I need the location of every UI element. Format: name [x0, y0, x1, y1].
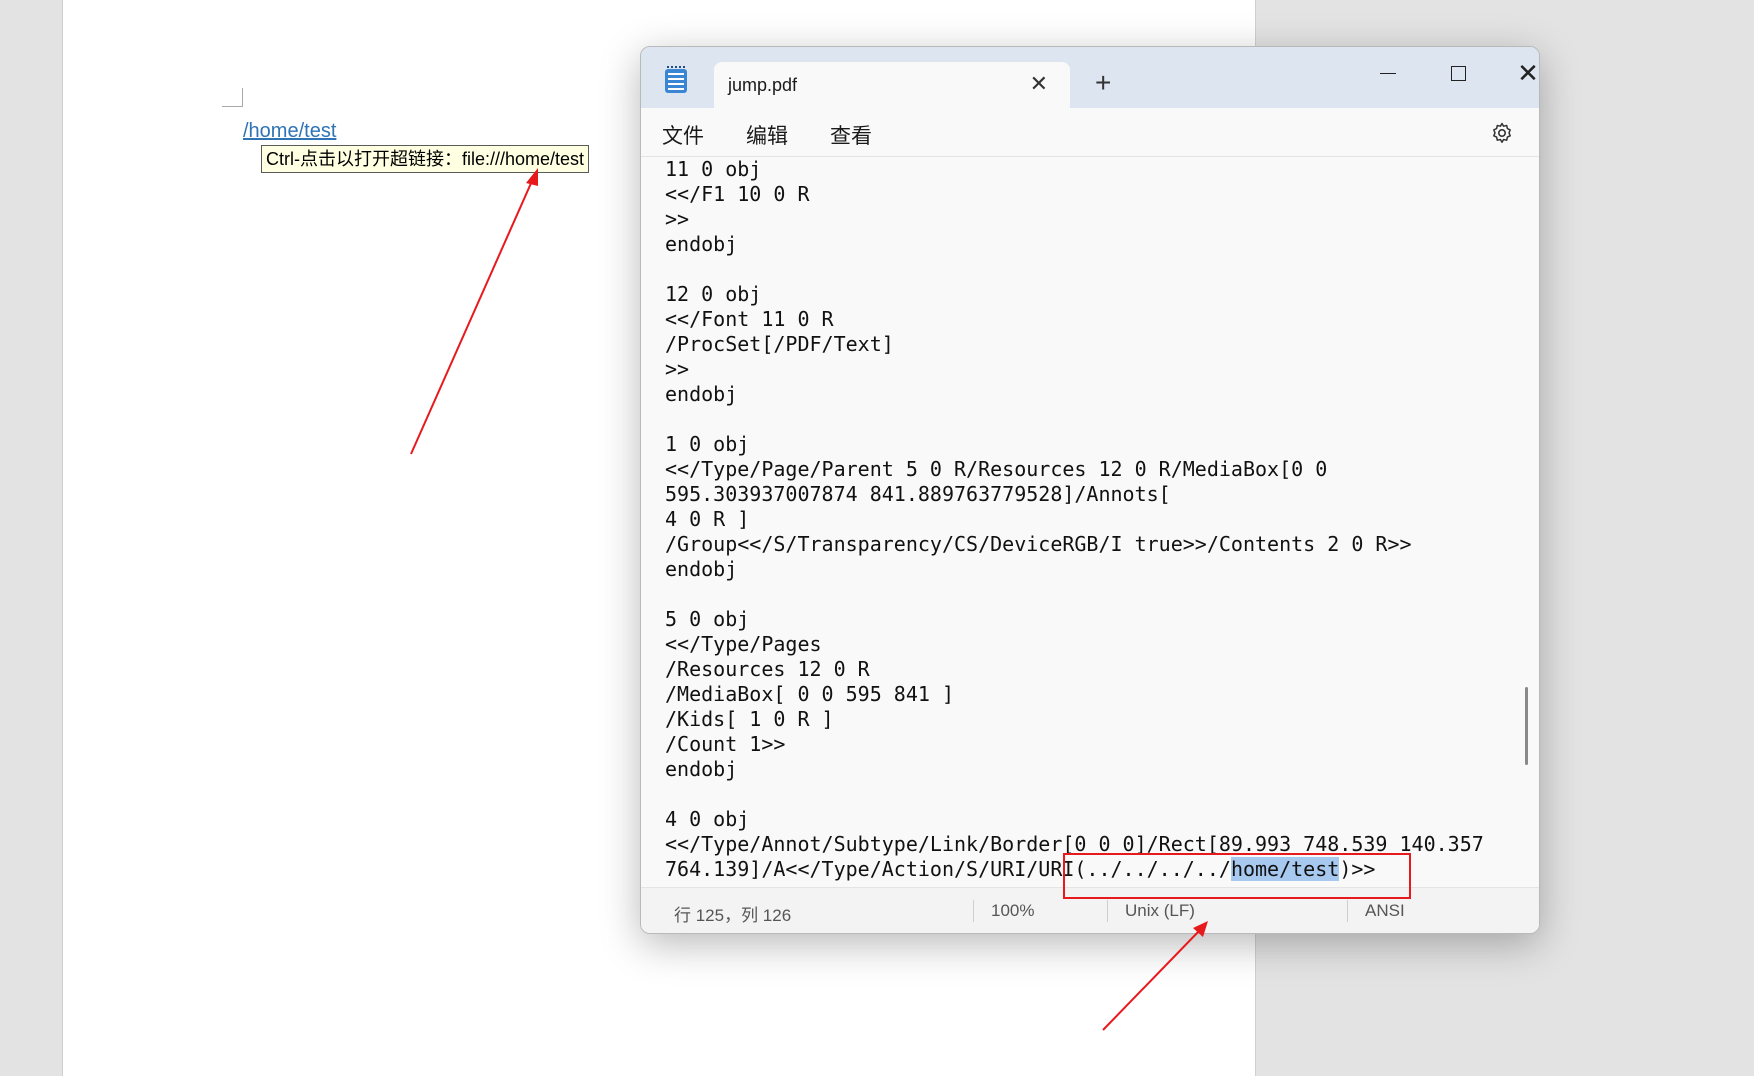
maximize-icon: [1450, 65, 1466, 81]
tab-close-icon[interactable]: ✕: [1030, 71, 1048, 97]
close-window-button[interactable]: ✕: [1503, 55, 1539, 91]
status-bar: 行 125，列 126 100% Unix (LF) ANSI: [641, 887, 1539, 933]
notepad-app-icon: [665, 66, 687, 93]
notepad-window: jump.pdf ✕ + ✕ 文件 编辑 查看 11 0 obj <</F1 1…: [640, 46, 1540, 934]
hyperlink-home-test[interactable]: /home/test: [243, 120, 336, 143]
status-divider: [1107, 900, 1108, 922]
editor-lines: 11 0 obj <</F1 10 0 R >> endobj 12 0 obj…: [665, 157, 1484, 856]
status-divider: [1347, 900, 1348, 922]
close-icon: ✕: [1517, 58, 1539, 88]
selected-text: home/test: [1230, 857, 1340, 881]
minimize-button[interactable]: [1363, 55, 1413, 91]
minimize-icon: [1380, 72, 1396, 74]
plus-icon[interactable]: +: [1095, 69, 1111, 97]
menu-file[interactable]: 文件: [662, 120, 704, 150]
last-line-prefix: 764.139]/A<</Type/Action/S/URI/URI(../..…: [665, 857, 1231, 881]
menu-view[interactable]: 查看: [830, 120, 872, 150]
menu-bar: 文件 编辑 查看: [641, 108, 1539, 157]
title-bar: jump.pdf ✕ + ✕: [641, 47, 1539, 109]
hyperlink-tooltip: Ctrl-点击以打开超链接：file:///home/test: [261, 145, 590, 173]
status-divider: [973, 900, 974, 922]
line-ending[interactable]: Unix (LF): [1125, 901, 1195, 921]
vertical-scrollbar[interactable]: [1525, 687, 1528, 765]
last-line-suffix: )>>: [1339, 857, 1376, 881]
tab-jump-pdf[interactable]: jump.pdf ✕: [714, 62, 1070, 109]
cursor-position: 行 125，列 126: [674, 906, 792, 925]
editor-text: 11 0 obj <</F1 10 0 R >> endobj 12 0 obj…: [665, 157, 1505, 882]
text-editor[interactable]: 11 0 obj <</F1 10 0 R >> endobj 12 0 obj…: [641, 157, 1539, 931]
zoom-level[interactable]: 100%: [991, 901, 1034, 921]
paragraph-corner-mark: [222, 88, 243, 107]
gear-icon[interactable]: [1490, 121, 1514, 145]
maximize-button[interactable]: [1433, 55, 1483, 91]
tab-title: jump.pdf: [728, 75, 798, 95]
menu-edit[interactable]: 编辑: [746, 120, 788, 150]
encoding[interactable]: ANSI: [1365, 901, 1405, 921]
